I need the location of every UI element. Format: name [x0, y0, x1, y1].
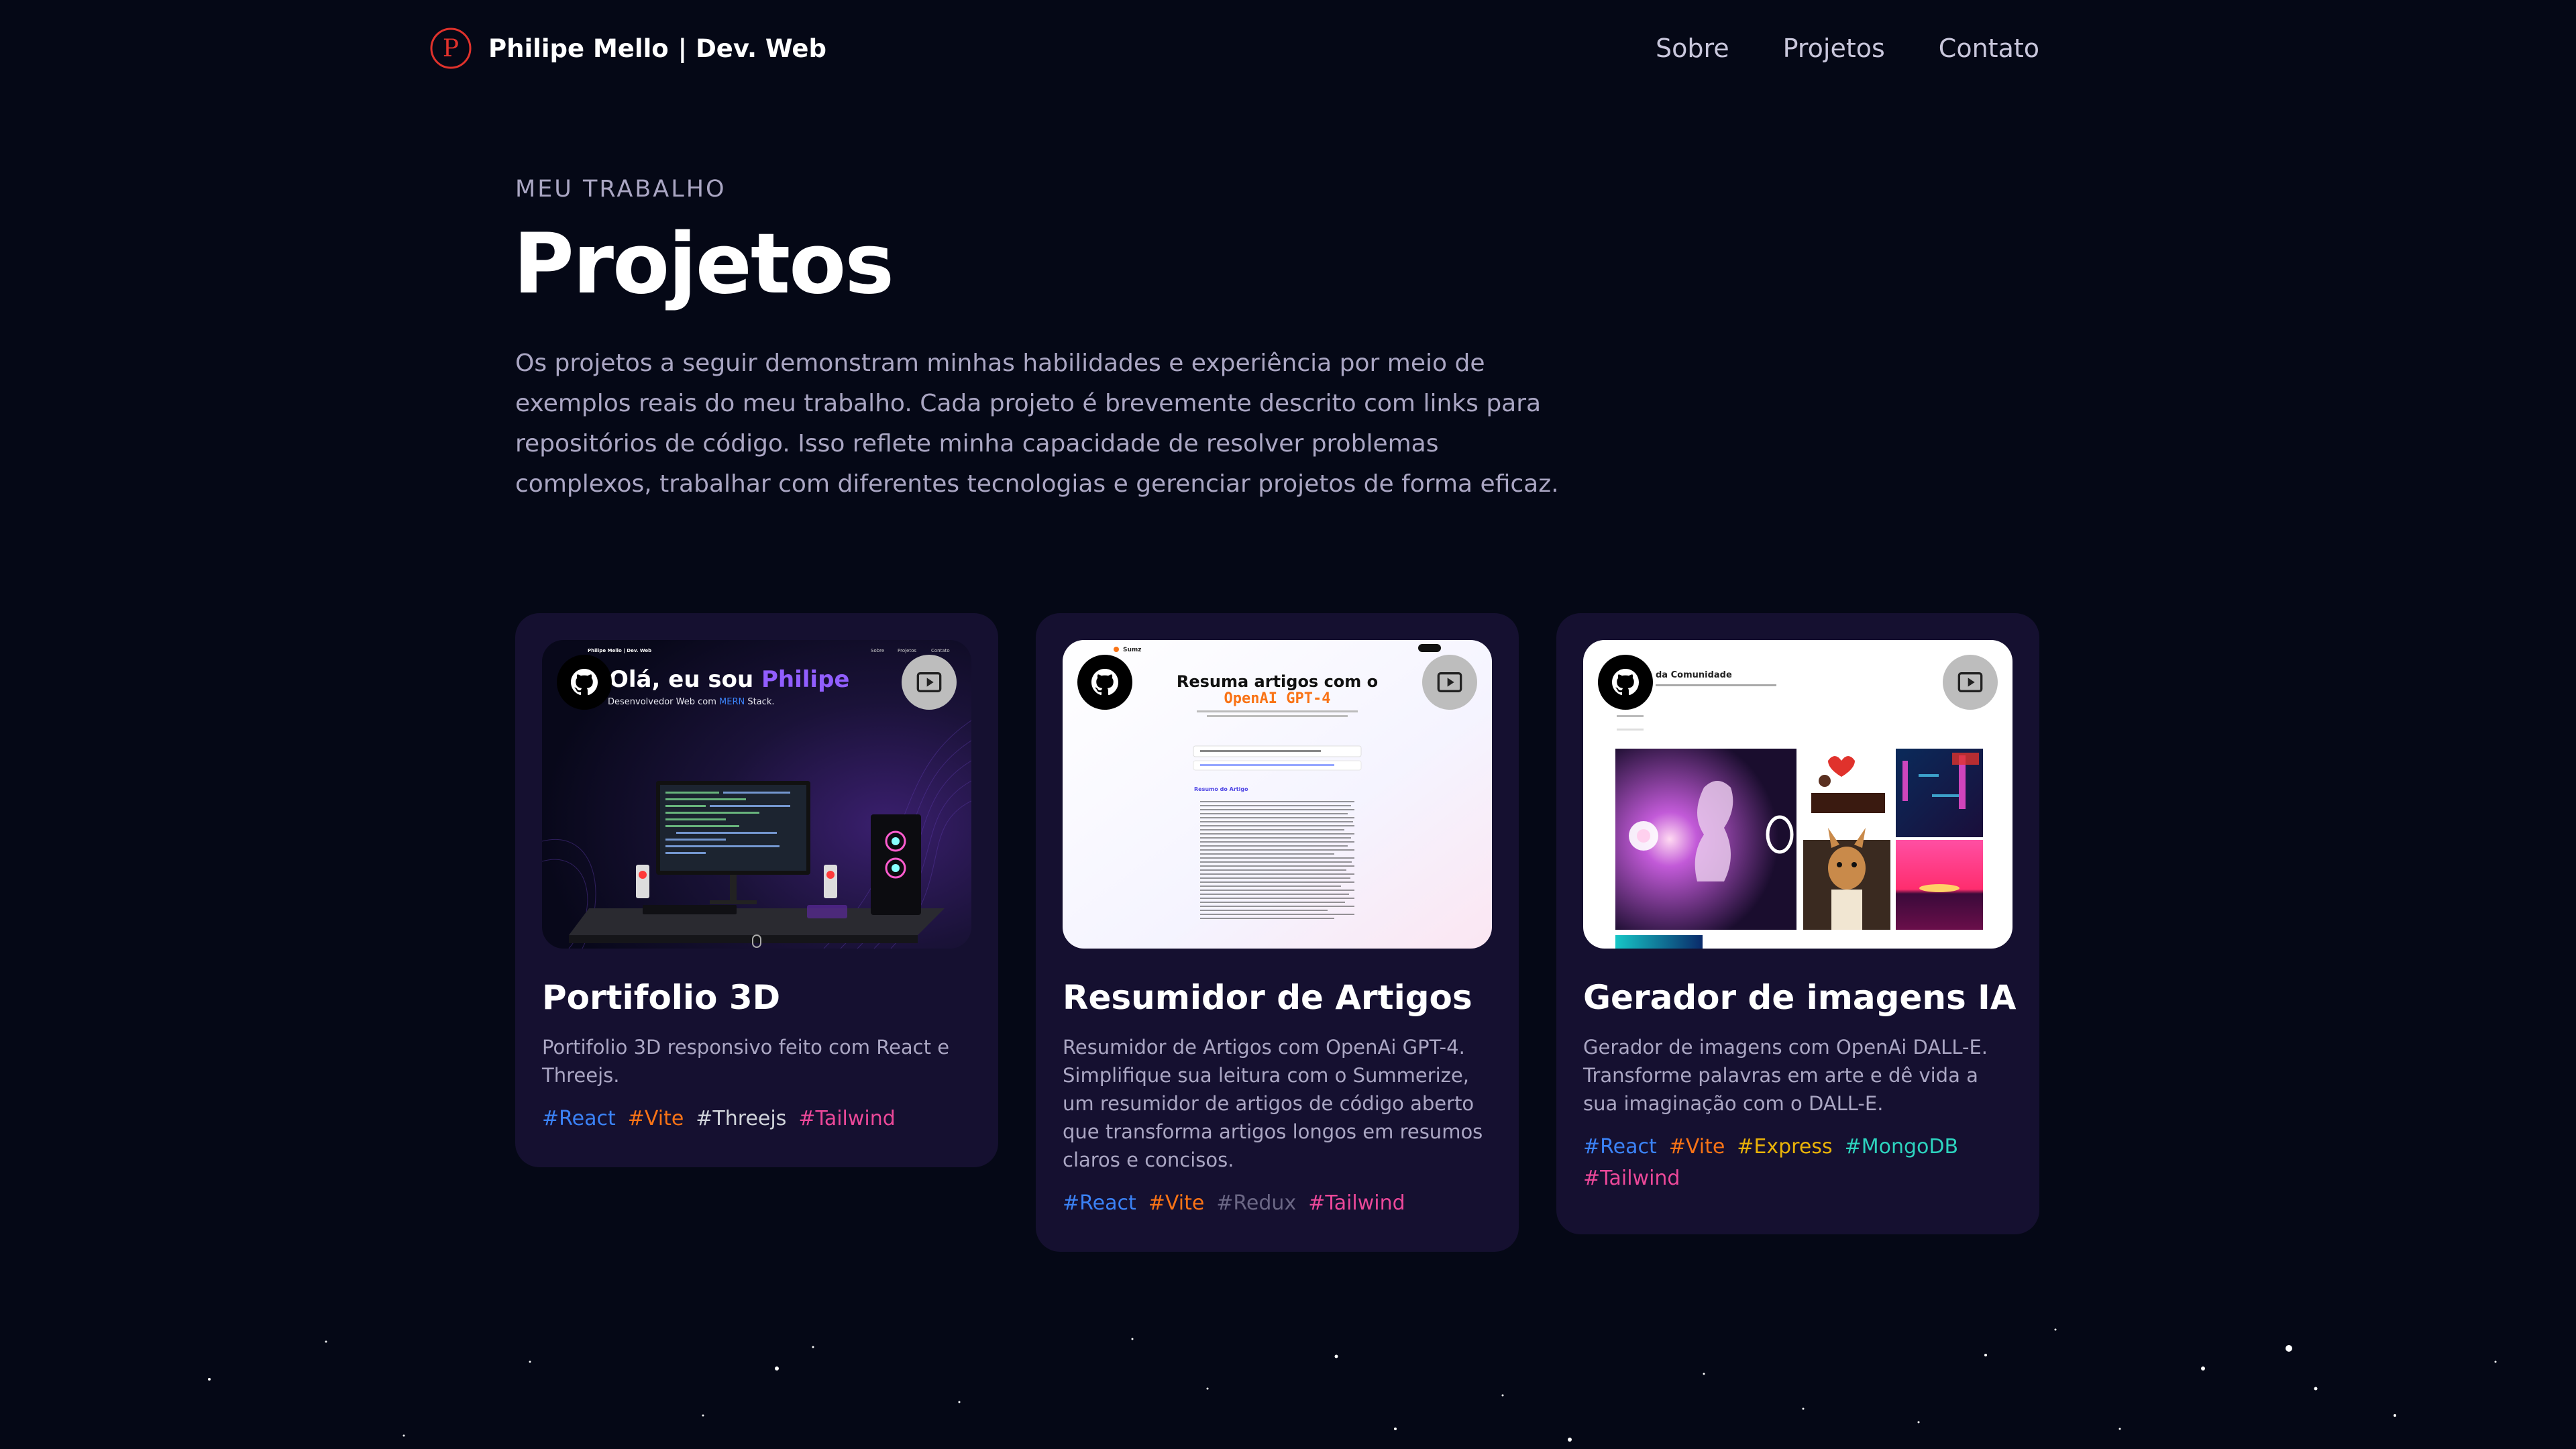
- svg-text:Sumz: Sumz: [1123, 647, 1142, 653]
- nav-link-sobre[interactable]: Sobre: [1656, 34, 1729, 63]
- github-link-button[interactable]: [557, 655, 612, 710]
- video-link-button[interactable]: [1422, 655, 1477, 710]
- svg-text:OpenAI GPT-4: OpenAI GPT-4: [1224, 690, 1331, 707]
- github-icon: [1612, 669, 1639, 696]
- nav-link-projetos[interactable]: Projetos: [1783, 34, 1885, 63]
- tag-react: #React: [1063, 1191, 1136, 1215]
- video-link-button[interactable]: [902, 655, 957, 710]
- github-icon: [571, 669, 598, 696]
- tag-mongodb: #MongoDB: [1844, 1135, 1959, 1159]
- project-description: Gerador de imagens com OpenAi DALL-E. Tr…: [1583, 1036, 1988, 1115]
- tag-tailwind: #Tailwind: [798, 1107, 896, 1130]
- project-image-gerador: da Comunidade: [1583, 640, 2012, 949]
- tag-vite: #Vite: [1148, 1191, 1205, 1215]
- tag-tailwind: #Tailwind: [1308, 1191, 1405, 1215]
- section-overline: MEU TRABALHO: [515, 176, 727, 203]
- svg-text:Philipe Mello | Dev. Web: Philipe Mello | Dev. Web: [588, 648, 651, 654]
- project-title: Portifolio 3D: [542, 978, 781, 1017]
- home-logo-link[interactable]: P Philipe Mello | Dev. Web: [429, 27, 826, 70]
- site-name: Philipe Mello | Dev. Web: [488, 34, 826, 63]
- nav-link-contato[interactable]: Contato: [1939, 34, 2039, 63]
- svg-text:Resuma artigos com o: Resuma artigos com o: [1177, 672, 1378, 691]
- tag-tailwind: #Tailwind: [1583, 1167, 1680, 1190]
- section-description: Os projetos a seguir demonstram minhas h…: [515, 350, 1559, 498]
- project-title: Gerador de imagens IA: [1583, 978, 2017, 1017]
- project-description: Resumidor de Artigos com OpenAi GPT-4. S…: [1063, 1036, 1483, 1171]
- tag-threejs: #Threejs: [696, 1107, 787, 1130]
- github-link-button[interactable]: [1077, 655, 1132, 710]
- svg-text:P: P: [443, 35, 459, 62]
- svg-text:Resumo do Artigo: Resumo do Artigo: [1194, 786, 1248, 792]
- tag-express: #Express: [1737, 1135, 1833, 1159]
- project-card-resumidor-de-artigos: Sumz Resuma artigos com o OpenAI GPT-4 R…: [1036, 613, 1519, 1252]
- project-tags: #React #Vite #Redux #Tailwind: [1063, 1191, 1492, 1215]
- nav-links: Sobre Projetos Contato: [1656, 34, 2039, 63]
- project-image-portfolio-3d: Philipe Mello | Dev. Web Sobre Projetos …: [542, 640, 971, 949]
- navbar: P Philipe Mello | Dev. Web Sobre Projetos…: [0, 0, 2576, 105]
- tag-vite: #Vite: [627, 1107, 684, 1130]
- svg-text:Desenvolvedor Web com MERN Sta: Desenvolvedor Web com MERN Stack.: [608, 697, 774, 707]
- page-title: Projetos: [513, 216, 894, 313]
- tag-react: #React: [542, 1107, 616, 1130]
- project-description: Portifolio 3D responsivo feito com React…: [542, 1036, 950, 1087]
- svg-text:Sobre: Sobre: [871, 648, 884, 653]
- project-image-resumidor: Sumz Resuma artigos com o OpenAI GPT-4 R…: [1063, 640, 1492, 949]
- play-video-icon: [916, 672, 942, 692]
- play-video-icon: [1957, 672, 1983, 692]
- tag-redux: #Redux: [1216, 1191, 1297, 1215]
- svg-text:Contato: Contato: [931, 648, 950, 653]
- logo-icon: P: [430, 28, 472, 69]
- project-card-gerador-de-imagens: da Comunidade Gerador de imagens IA Gera…: [1556, 613, 2039, 1234]
- project-tags: #React #Vite #Threejs #Tailwind: [542, 1107, 971, 1130]
- github-icon: [1091, 669, 1118, 696]
- svg-text:Olá, eu sou Philipe: Olá, eu sou Philipe: [609, 666, 849, 693]
- tag-vite: #Vite: [1668, 1135, 1725, 1159]
- project-title: Resumidor de Artigos: [1063, 978, 1472, 1017]
- starfield-background: [208, 1328, 2497, 1442]
- project-tags: #React #Vite #Express #MongoDB #Tailwind: [1583, 1135, 2012, 1190]
- video-link-button[interactable]: [1943, 655, 1998, 710]
- tag-react: #React: [1583, 1135, 1657, 1159]
- svg-text:da Comunidade: da Comunidade: [1656, 670, 1732, 680]
- github-link-button[interactable]: [1598, 655, 1653, 710]
- project-card-portfolio-3d: Philipe Mello | Dev. Web Sobre Projetos …: [515, 613, 998, 1167]
- play-video-icon: [1437, 672, 1462, 692]
- svg-text:Projetos: Projetos: [898, 648, 916, 653]
